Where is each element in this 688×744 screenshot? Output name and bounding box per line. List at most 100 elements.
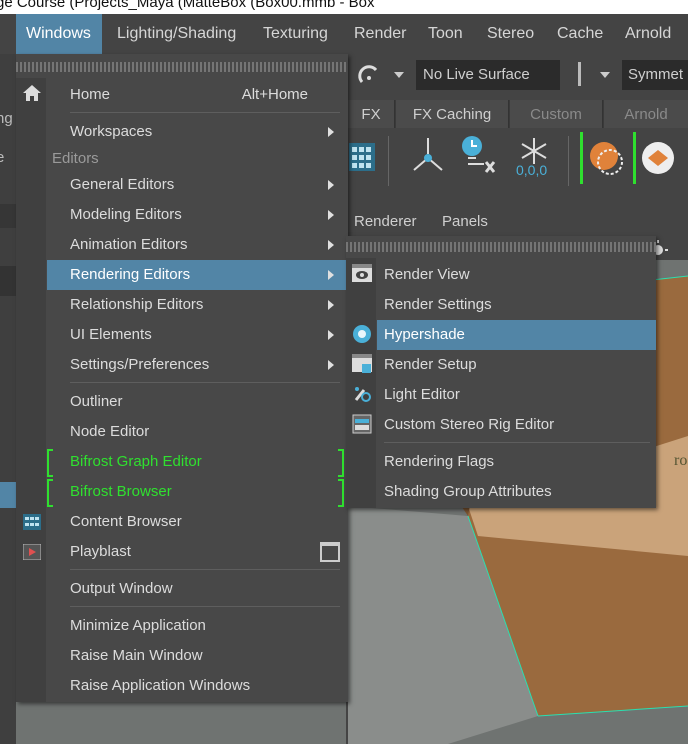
menu-item-raise-application-windows[interactable]: Raise Application Windows	[16, 671, 348, 701]
grid-icon[interactable]	[348, 142, 376, 172]
menu-render[interactable]: Render	[354, 25, 406, 43]
shader-ball-icon[interactable]	[586, 138, 626, 178]
panel-menubar: Renderer Panels	[348, 206, 688, 236]
divider	[70, 382, 340, 383]
menu-cache[interactable]: Cache	[557, 25, 603, 43]
menu-item-modeling-editors[interactable]: Modeling Editors	[16, 200, 348, 230]
menu-item-hypershade[interactable]: Hypershade	[377, 320, 656, 350]
bifrost-bracket-left	[47, 449, 53, 477]
menu-item-bifrost-graph-editor[interactable]: Bifrost Graph Editor	[16, 447, 348, 477]
menu-item-playblast[interactable]: Playblast	[16, 537, 348, 567]
panel-menu-panels[interactable]: Panels	[442, 213, 488, 230]
left-panel-edge: ng e	[0, 54, 16, 744]
menu-item-bifrost-browser[interactable]: Bifrost Browser	[16, 477, 348, 507]
submenu-arrow-icon	[328, 330, 334, 340]
emitter-icon[interactable]	[410, 134, 446, 176]
menu-item-ui-elements[interactable]: UI Elements	[16, 320, 348, 350]
menu-item-outliner[interactable]: Outliner	[16, 387, 348, 417]
shading-group-attributes-label: Shading Group Attributes	[384, 483, 552, 500]
submenu-arrow-icon	[328, 127, 334, 137]
menu-item-workspaces[interactable]: Workspaces	[16, 117, 348, 147]
live-surface-field[interactable]: No Live Surface	[416, 60, 560, 90]
magnet-icon[interactable]	[356, 62, 382, 88]
menu-stereo[interactable]: Stereo	[487, 25, 534, 43]
hypershade-label: Hypershade	[384, 326, 465, 343]
tab-fx[interactable]: FX	[348, 100, 395, 128]
left-edge-block	[0, 266, 16, 296]
node-editor-label: Node Editor	[70, 423, 150, 440]
shelf-divider	[388, 136, 389, 186]
render-setup-label: Render Setup	[384, 356, 477, 373]
option-box-icon[interactable]	[320, 542, 340, 562]
menu-item-rendering-flags[interactable]: Rendering Flags	[346, 447, 656, 477]
workspaces-label: Workspaces	[70, 123, 153, 140]
submenu-arrow-icon	[328, 180, 334, 190]
animation-editors-label: Animation Editors	[70, 236, 188, 253]
menu-item-light-editor[interactable]: Light Editor	[346, 380, 656, 410]
menu-lighting-shading[interactable]: Lighting/Shading	[117, 25, 236, 43]
modeling-editors-label: Modeling Editors	[70, 206, 182, 223]
raise-main-window-label: Raise Main Window	[70, 647, 203, 664]
panel-menu-renderer[interactable]: Renderer	[354, 213, 417, 230]
rendering-flags-label: Rendering Flags	[384, 453, 495, 470]
menu-item-render-settings[interactable]: Render Settings	[346, 290, 656, 320]
submenu-arrow-icon	[328, 210, 334, 220]
menu-item-shading-group-attributes[interactable]: Shading Group Attributes	[346, 477, 656, 507]
submenu-arrow-icon	[328, 300, 334, 310]
tear-off-handle[interactable]	[346, 242, 656, 252]
left-edge-text: ng	[0, 110, 13, 127]
left-edge-block	[0, 204, 16, 228]
custom-stereo-rig-editor-label: Custom Stereo Rig Editor	[384, 416, 555, 433]
menu-item-content-browser[interactable]: Content Browser	[16, 507, 348, 537]
shelf-counter: 0,0,0	[516, 162, 548, 178]
live-surface-label: No Live Surface	[423, 66, 530, 83]
menu-item-raise-main-window[interactable]: Raise Main Window	[16, 641, 348, 671]
output-window-label: Output Window	[70, 580, 173, 597]
tab-custom[interactable]: Custom	[510, 100, 603, 128]
menu-arnold[interactable]: Arnold	[625, 25, 671, 43]
menu-item-minimize-application[interactable]: Minimize Application	[16, 611, 348, 641]
outliner-label: Outliner	[70, 393, 123, 410]
tab-fx-caching[interactable]: FX Caching	[396, 100, 509, 128]
bifrost-browser-label: Bifrost Browser	[70, 483, 172, 500]
divider	[578, 62, 581, 86]
main-menubar: Lighting/Shading Texturing Render Toon S…	[0, 14, 688, 54]
menu-texturing[interactable]: Texturing	[263, 25, 328, 43]
render-settings-label: Render Settings	[384, 296, 492, 313]
menu-item-home[interactable]: Home Alt+Home	[16, 80, 348, 110]
bifrost-bracket-right	[338, 449, 344, 477]
menu-item-custom-stereo-rig-editor[interactable]: Custom Stereo Rig Editor	[346, 410, 656, 440]
menu-item-rendering-editors[interactable]: Rendering Editors	[47, 260, 348, 290]
clock-x-icon[interactable]	[460, 134, 500, 178]
divider	[384, 442, 650, 443]
menu-item-render-view[interactable]: Render View	[346, 260, 656, 290]
menu-item-render-setup[interactable]: Render Setup	[346, 350, 656, 380]
menu-item-output-window[interactable]: Output Window	[16, 574, 348, 604]
divider	[70, 569, 340, 570]
menu-item-node-editor[interactable]: Node Editor	[16, 417, 348, 447]
status-line: No Live Surface Symmet	[348, 54, 688, 96]
divider	[70, 112, 340, 113]
menu-item-relationship-editors[interactable]: Relationship Editors	[16, 290, 348, 320]
bifrost-bracket-right	[338, 479, 344, 507]
bifrost-graph-editor-label: Bifrost Graph Editor	[70, 453, 202, 470]
left-edge-selected	[0, 482, 16, 508]
render-view-label: Render View	[384, 266, 470, 283]
menu-item-settings-preferences[interactable]: Settings/Preferences	[16, 350, 348, 380]
chevron-down-icon[interactable]	[600, 72, 610, 78]
light-editor-label: Light Editor	[384, 386, 460, 403]
menu-item-animation-editors[interactable]: Animation Editors	[16, 230, 348, 260]
tab-arnold[interactable]: Arnold	[604, 100, 688, 128]
menu-toon[interactable]: Toon	[428, 25, 463, 43]
symmetry-field[interactable]: Symmet	[622, 60, 688, 90]
tear-off-handle[interactable]	[16, 62, 348, 72]
hypershade-icon	[353, 325, 371, 343]
shelf-divider	[568, 136, 569, 186]
menu-windows[interactable]: Windows	[16, 14, 102, 54]
uv-box-icon[interactable]	[640, 140, 676, 176]
chevron-down-icon[interactable]	[394, 72, 404, 78]
settings-preferences-label: Settings/Preferences	[70, 356, 210, 373]
title-bar: ge Course (Projects_Maya (MatteBox (Box0…	[0, 0, 688, 14]
menu-item-general-editors[interactable]: General Editors	[16, 170, 348, 200]
general-editors-label: General Editors	[70, 176, 175, 193]
